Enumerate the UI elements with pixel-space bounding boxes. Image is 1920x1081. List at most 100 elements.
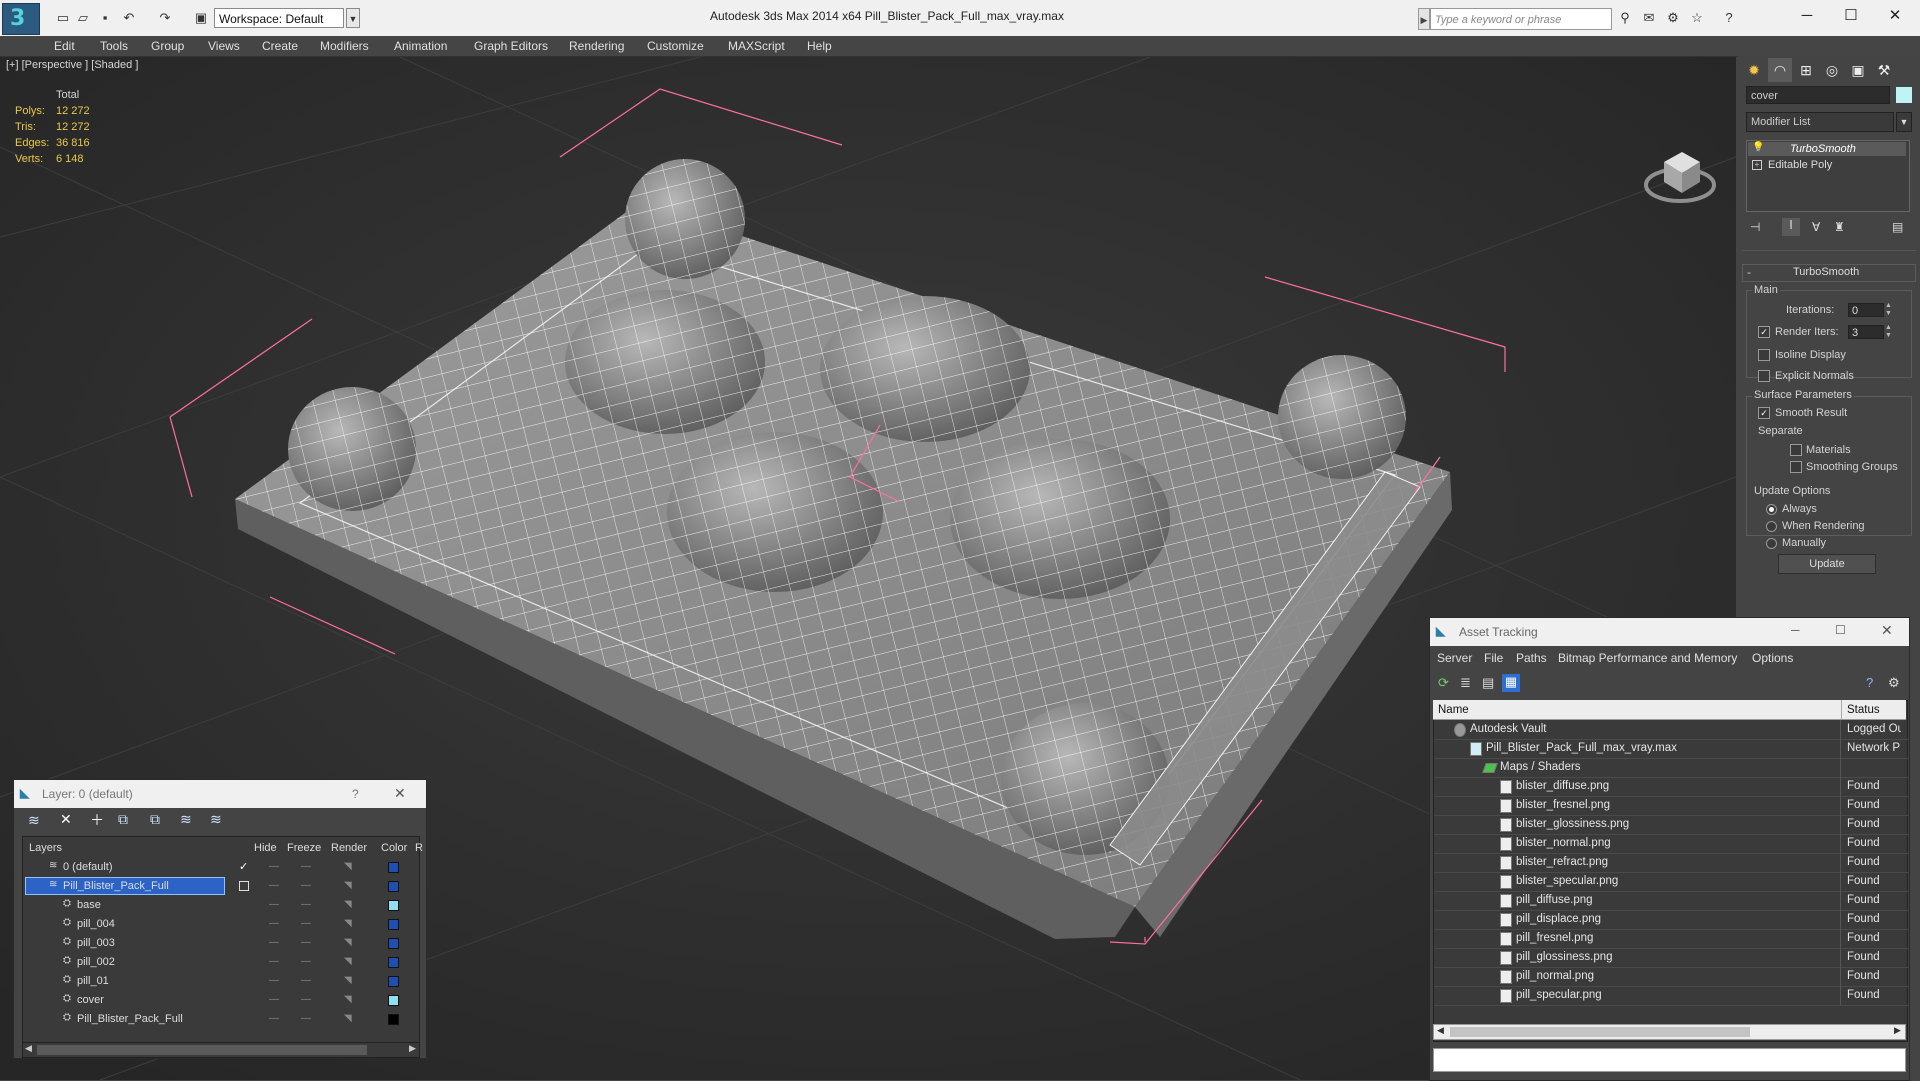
spinner-arrows-icon[interactable]: ▲ ▼	[1885, 302, 1892, 318]
always-radio[interactable]	[1766, 504, 1777, 515]
asset-row[interactable]: blister_refract.png Found	[1434, 853, 1909, 873]
explicit-normals-checkbox[interactable]	[1758, 370, 1770, 382]
pin-stack-icon[interactable]: ⊣	[1750, 220, 1760, 234]
layer-horizontal-scrollbar[interactable]: ◀ ▶	[22, 1042, 420, 1058]
menu-create[interactable]: Create	[262, 39, 298, 53]
freeze-all-icon[interactable]: ≋	[210, 811, 222, 828]
asset-menu-paths[interactable]: Paths	[1516, 651, 1547, 665]
hide-toggle-icon[interactable]: —	[269, 861, 279, 872]
modifier-list-dropdown[interactable]: Modifier List	[1746, 112, 1894, 132]
viewport-label[interactable]: [+] [Perspective ] [Shaded ]	[6, 59, 138, 71]
asset-row[interactable]: pill_fresnel.png Found	[1434, 929, 1909, 949]
remove-modifier-icon[interactable]: ♜	[1834, 220, 1845, 234]
stack-item-editable-poly[interactable]: + Editable Poly	[1748, 158, 1906, 172]
help-icon[interactable]: ?	[352, 787, 359, 801]
layer-row[interactable]: ≋ 0 (default) ✓ — — ◥	[23, 858, 417, 876]
settings-icon[interactable]: ⚙	[1888, 675, 1900, 691]
list-view-icon[interactable]: ≣	[1460, 675, 1471, 691]
project-folder-icon[interactable]: ▣	[192, 9, 210, 27]
render-toggle-icon[interactable]: ◥	[344, 1013, 352, 1024]
light-bulb-icon[interactable]: 💡	[1752, 142, 1764, 153]
render-toggle-icon[interactable]: ◥	[344, 899, 352, 910]
col-name[interactable]: Name	[1438, 704, 1469, 716]
utilities-tab-icon[interactable]: ⚒	[1872, 58, 1896, 82]
help-icon[interactable]: ?	[1720, 9, 1738, 27]
maximize-icon[interactable]: ☐	[1835, 623, 1846, 637]
object-name-input[interactable]: cover	[1746, 86, 1890, 104]
open-file-icon[interactable]: ▱	[74, 9, 92, 27]
render-iters-checkbox[interactable]: ✓	[1758, 326, 1770, 338]
render-toggle-icon[interactable]: ◥	[344, 975, 352, 986]
turbosmooth-rollout-header[interactable]: - TurboSmooth	[1742, 264, 1916, 282]
col-render[interactable]: Render	[331, 842, 367, 854]
collapse-minus-icon[interactable]: -	[1747, 265, 1751, 279]
menu-group[interactable]: Group	[151, 39, 184, 53]
isoline-display-checkbox[interactable]	[1758, 349, 1770, 361]
layer-color-swatch[interactable]	[388, 938, 399, 949]
favorites-star-icon[interactable]: ☆	[1688, 9, 1706, 27]
scroll-right-icon[interactable]: ▶	[1894, 1025, 1901, 1036]
binoculars-icon[interactable]: ⚲	[1616, 9, 1634, 27]
layer-row[interactable]: ⛭ pill_004 — — ◥	[23, 915, 417, 933]
col-layers[interactable]: Layers	[29, 842, 62, 854]
configure-sets-icon[interactable]: ▤	[1892, 220, 1903, 234]
hide-toggle-icon[interactable]: —	[269, 880, 279, 891]
layer-color-swatch[interactable]	[388, 1014, 399, 1025]
asset-row[interactable]: pill_displace.png Found	[1434, 910, 1909, 930]
thumbnail-view-icon[interactable]: ▤	[1482, 675, 1494, 691]
smoothing-groups-checkbox[interactable]	[1790, 461, 1802, 473]
render-toggle-icon[interactable]: ◥	[344, 956, 352, 967]
manually-radio[interactable]	[1766, 538, 1777, 549]
layer-color-swatch[interactable]	[388, 862, 399, 873]
menu-graph-editors[interactable]: Graph Editors	[474, 39, 548, 53]
layer-color-swatch[interactable]	[388, 995, 399, 1006]
render-toggle-icon[interactable]: ◥	[344, 994, 352, 1005]
asset-row[interactable]: pill_specular.png Found	[1434, 986, 1909, 1006]
menu-edit[interactable]: Edit	[54, 39, 75, 53]
minimize-icon[interactable]: ─	[1791, 623, 1800, 637]
current-layer-check-icon[interactable]: ✓	[239, 860, 248, 873]
hide-toggle-icon[interactable]: —	[269, 918, 279, 929]
hide-toggle-icon[interactable]: —	[269, 899, 279, 910]
scroll-right-icon[interactable]: ▶	[409, 1043, 416, 1054]
layer-row[interactable]: ⛭ pill_01 — — ◥	[23, 972, 417, 990]
freeze-toggle-icon[interactable]: —	[301, 937, 311, 948]
minimize-button[interactable]: ─	[1785, 4, 1829, 28]
menu-views[interactable]: Views	[208, 39, 240, 53]
render-toggle-icon[interactable]: ◥	[344, 861, 352, 872]
menu-modifiers[interactable]: Modifiers	[320, 39, 369, 53]
asset-row[interactable]: pill_diffuse.png Found	[1434, 891, 1909, 911]
freeze-toggle-icon[interactable]: —	[301, 880, 311, 891]
make-unique-icon[interactable]: ∀	[1812, 220, 1820, 234]
menu-animation[interactable]: Animation	[394, 39, 447, 53]
asset-menu-file[interactable]: File	[1484, 651, 1503, 665]
help-icon[interactable]: ?	[1866, 675, 1873, 690]
freeze-toggle-icon[interactable]: —	[301, 861, 311, 872]
scroll-left-icon[interactable]: ◀	[1437, 1025, 1444, 1036]
search-input[interactable]: Type a keyword or phrase	[1430, 8, 1612, 30]
iterations-spinner[interactable]: 0	[1848, 303, 1884, 317]
hide-toggle-icon[interactable]: —	[269, 1013, 279, 1024]
asset-row[interactable]: blister_normal.png Found	[1434, 834, 1909, 854]
layer-dialog-titlebar[interactable]: ◣ Layer: 0 (default) ? ✕	[14, 780, 426, 808]
object-color-swatch[interactable]	[1896, 87, 1912, 103]
col-color[interactable]: Color	[381, 842, 407, 854]
scrollbar-thumb[interactable]	[37, 1045, 367, 1055]
freeze-toggle-icon[interactable]: —	[301, 1013, 311, 1024]
app-logo-icon[interactable]: 3	[2, 3, 40, 35]
asset-row[interactable]: blister_diffuse.png Found	[1434, 777, 1909, 797]
refresh-icon[interactable]: ⟳	[1438, 675, 1449, 691]
add-to-layer-icon[interactable]: ＋	[90, 810, 104, 830]
asset-menu-server[interactable]: Server	[1437, 651, 1472, 665]
workspace-dropdown-arrow-icon[interactable]: ▼	[346, 8, 360, 28]
render-toggle-icon[interactable]: ◥	[344, 937, 352, 948]
menu-help[interactable]: Help	[807, 39, 832, 53]
menu-rendering[interactable]: Rendering	[569, 39, 624, 53]
layer-color-swatch[interactable]	[388, 976, 399, 987]
scroll-left-icon[interactable]: ◀	[25, 1043, 32, 1054]
motion-tab-icon[interactable]: ◎	[1820, 58, 1844, 82]
set-current-box-icon[interactable]	[239, 881, 249, 891]
expand-plus-icon[interactable]: +	[1752, 160, 1762, 170]
asset-horizontal-scrollbar[interactable]: ◀ ▶	[1433, 1024, 1906, 1040]
modifier-list-arrow-icon[interactable]: ▼	[1896, 112, 1912, 132]
